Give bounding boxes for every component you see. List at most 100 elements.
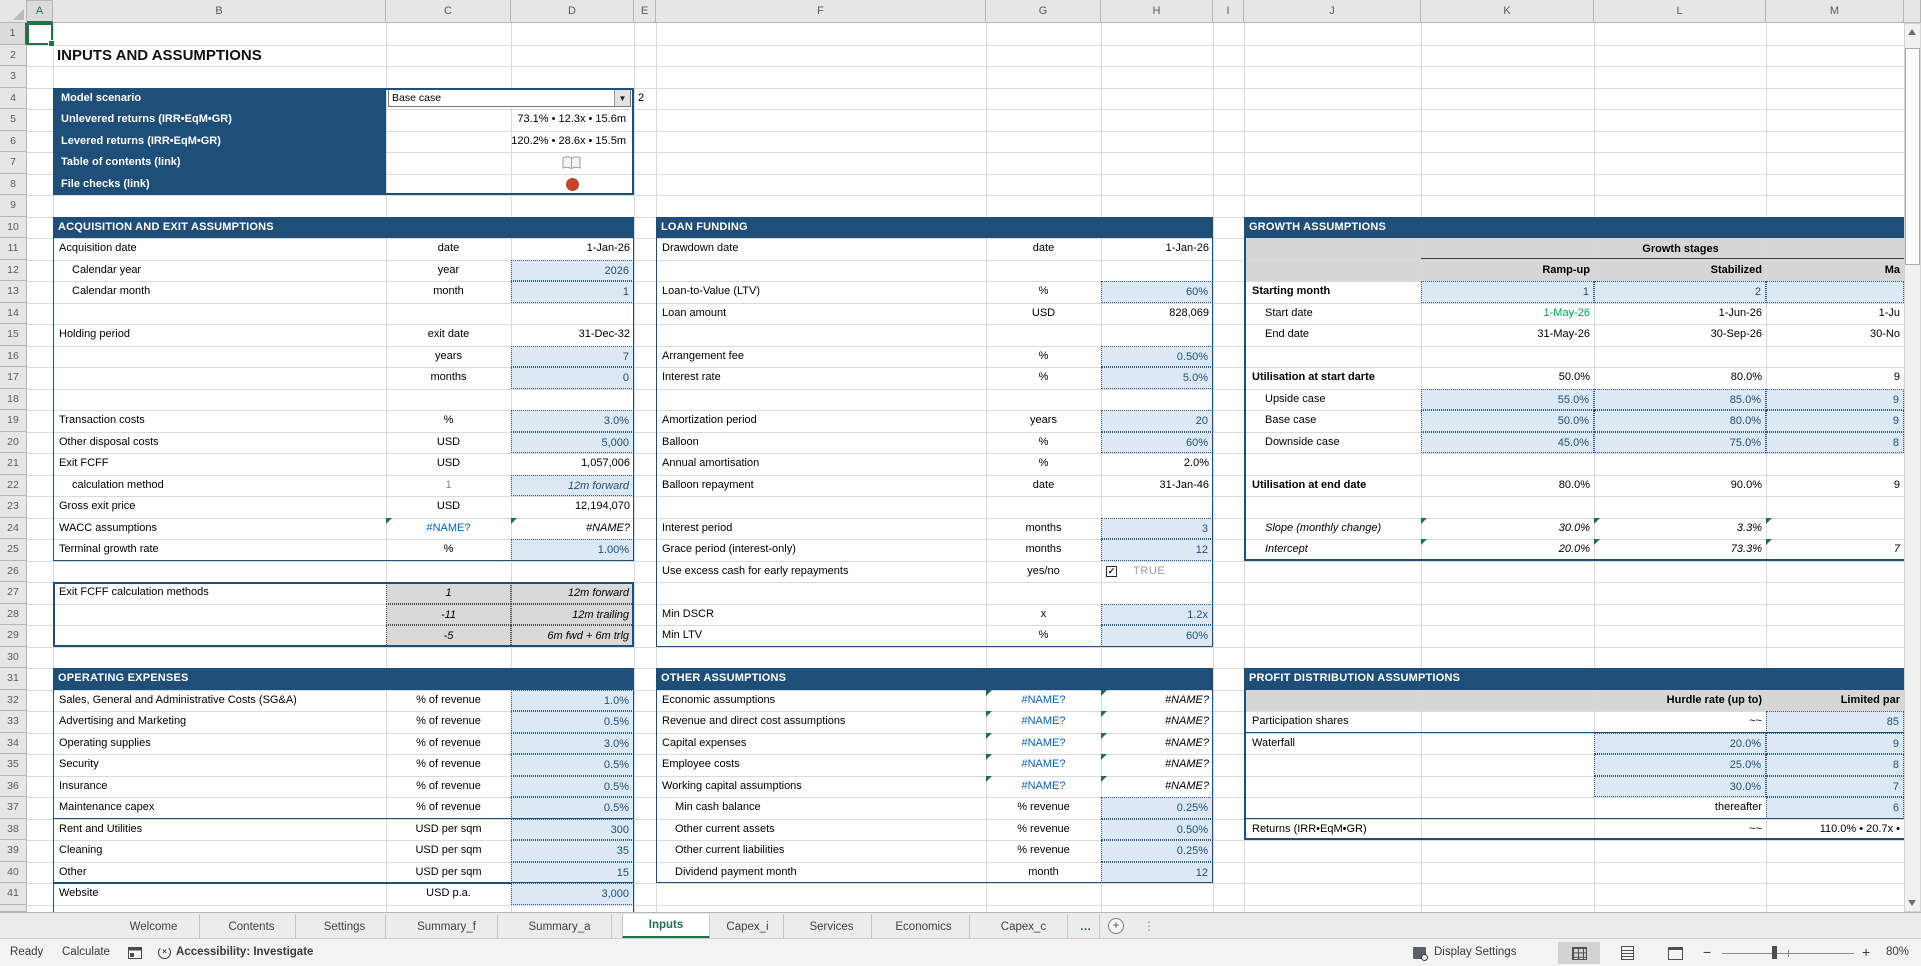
other-row-4-value[interactable]: #NAME? (1101, 776, 1213, 798)
sheet-tab-inputs[interactable]: Inputs (622, 914, 710, 939)
sheet-tab-capex_i[interactable]: Capex_i (712, 914, 784, 939)
acquisition-row-8-value[interactable]: 3.0% (511, 410, 634, 432)
macro-record-icon[interactable] (128, 947, 142, 959)
column-header-K[interactable]: K (1421, 0, 1594, 23)
growth-row-6-value-2[interactable]: 9 (1766, 410, 1904, 432)
acquisition-row-1-value[interactable]: 2026 (511, 260, 634, 282)
growth-row-0-value-1[interactable]: 2 (1594, 281, 1766, 303)
row-header-28[interactable]: 28 (0, 604, 27, 626)
profit-row-3-lp[interactable]: 7 (1766, 776, 1904, 798)
row-header-26[interactable]: 26 (0, 561, 27, 583)
zoom-level-label[interactable]: 80% (1886, 939, 1909, 966)
opex-row-9-value[interactable]: 3,000 (511, 883, 634, 905)
opex-row-5-value[interactable]: 0.5% (511, 797, 634, 819)
row-header-21[interactable]: 21 (0, 453, 27, 475)
sheet-tab-capex_c[interactable]: Capex_c (980, 914, 1068, 939)
row-header-19[interactable]: 19 (0, 410, 27, 432)
row-header-7[interactable]: 7 (0, 152, 27, 174)
loan-row-2-value[interactable]: 60% (1101, 281, 1213, 303)
row-header-41[interactable]: 41 (0, 883, 27, 905)
other-row-7-value[interactable]: 0.25% (1101, 840, 1213, 862)
sheet-tab-contents[interactable]: Contents (208, 914, 296, 939)
profit-row-0-hurdle[interactable]: ~~ (1594, 711, 1766, 733)
growth-row-12-value-1[interactable]: 73.3% (1594, 539, 1766, 561)
opex-row-0-value[interactable]: 1.0% (511, 690, 634, 712)
loan-row-8-value[interactable]: 20 (1101, 410, 1213, 432)
file-checks-indicator-icon[interactable] (566, 178, 579, 191)
scenario-dropdown[interactable]: Base case▼ (388, 89, 631, 107)
sheet-tab-economics[interactable]: Economics (878, 914, 970, 939)
loan-row-17-value[interactable]: 1.2x (1101, 604, 1213, 626)
tab-scroll-splitter[interactable]: ⋮ (1143, 917, 1155, 935)
opex-row-6-value[interactable]: 300 (511, 819, 634, 841)
methods-row-2-num[interactable]: -5 (386, 625, 511, 647)
view-page-layout-button[interactable] (1606, 942, 1648, 964)
vertical-scrollbar-thumb[interactable] (1905, 48, 1920, 265)
column-header-E[interactable]: E (634, 0, 656, 23)
methods-row-0-method[interactable]: 12m forward (511, 582, 634, 604)
column-header-H[interactable]: H (1101, 0, 1213, 23)
sheet-tab-services[interactable]: Services (792, 914, 872, 939)
growth-row-2-value-1[interactable]: 30-Sep-26 (1594, 324, 1766, 346)
growth-row-4-value-2[interactable]: 9 (1766, 367, 1904, 389)
zoom-in-button[interactable]: + (1862, 939, 1870, 966)
row-header-40[interactable]: 40 (0, 862, 27, 884)
row-header-13[interactable]: 13 (0, 281, 27, 303)
profit-row-4-lp[interactable]: 6 (1766, 797, 1904, 819)
growth-row-7-value-2[interactable]: 8 (1766, 432, 1904, 454)
sheet-tab-settings[interactable]: Settings (304, 914, 386, 939)
growth-row-5-value-0[interactable]: 55.0% (1421, 389, 1594, 411)
growth-row-9-value-1[interactable]: 90.0% (1594, 475, 1766, 497)
acquisition-row-5-value[interactable]: 7 (511, 346, 634, 368)
other-row-0-value[interactable]: #NAME? (1101, 690, 1213, 712)
view-page-break-button[interactable] (1654, 942, 1696, 964)
row-header-6[interactable]: 6 (0, 131, 27, 153)
row-header-36[interactable]: 36 (0, 776, 27, 798)
other-row-1-value[interactable]: #NAME? (1101, 711, 1213, 733)
opex-row-3-value[interactable]: 0.5% (511, 754, 634, 776)
toc-book-icon[interactable] (562, 156, 582, 171)
loan-row-11-value[interactable]: 31-Jan-46 (1101, 475, 1213, 497)
profit-row-5-hurdle[interactable]: ~~ (1594, 819, 1766, 841)
growth-row-6-value-1[interactable]: 80.0% (1594, 410, 1766, 432)
methods-row-2-method[interactable]: 6m fwd + 6m trlg (511, 625, 634, 647)
other-row-3-value[interactable]: #NAME? (1101, 754, 1213, 776)
acquisition-row-2-value[interactable]: 1 (511, 281, 634, 303)
row-header-16[interactable]: 16 (0, 346, 27, 368)
loan-row-0-value[interactable]: 1-Jan-26 (1101, 238, 1213, 260)
profit-row-1-hurdle[interactable]: 20.0% (1594, 733, 1766, 755)
loan-row-15-value-cell[interactable]: ✓TRUE (1101, 561, 1213, 583)
acquisition-row-14-value[interactable]: 1.00% (511, 539, 634, 561)
growth-row-4-value-1[interactable]: 80.0% (1594, 367, 1766, 389)
loan-row-5-value[interactable]: 0.50% (1101, 346, 1213, 368)
loan-row-9-value[interactable]: 60% (1101, 432, 1213, 454)
growth-row-1-value-2[interactable]: 1-Ju (1766, 303, 1904, 325)
row-header-30[interactable]: 30 (0, 647, 27, 669)
sheet-tab-welcome[interactable]: Welcome (108, 914, 200, 939)
row-header-1[interactable]: 1 (0, 23, 27, 45)
growth-row-11-value-2[interactable] (1766, 518, 1904, 540)
loan-row-6-value[interactable]: 5.0% (1101, 367, 1213, 389)
acquisition-row-6-value[interactable]: 0 (511, 367, 634, 389)
column-header-I[interactable]: I (1213, 0, 1244, 23)
display-settings-icon[interactable] (1413, 947, 1426, 959)
loan-row-13-value[interactable]: 3 (1101, 518, 1213, 540)
column-header-M[interactable]: M (1766, 0, 1904, 23)
growth-row-2-value-2[interactable]: 30-No (1766, 324, 1904, 346)
opex-row-7-value[interactable]: 35 (511, 840, 634, 862)
scroll-up-icon[interactable] (1908, 29, 1916, 35)
column-header-A[interactable]: A (27, 0, 53, 23)
acquisition-row-10-value[interactable]: 1,057,006 (511, 453, 634, 475)
row-header-27[interactable]: 27 (0, 582, 27, 604)
other-row-2-value[interactable]: #NAME? (1101, 733, 1213, 755)
growth-row-11-value-0[interactable]: 30.0% (1421, 518, 1594, 540)
row-header-32[interactable]: 32 (0, 690, 27, 712)
row-header-15[interactable]: 15 (0, 324, 27, 346)
sheet-tab-summary_f[interactable]: Summary_f (396, 914, 498, 939)
other-row-8-value[interactable]: 12 (1101, 862, 1213, 884)
row-header-33[interactable]: 33 (0, 711, 27, 733)
acquisition-row-11-value[interactable]: 12m forward (511, 475, 634, 497)
row-header-24[interactable]: 24 (0, 518, 27, 540)
growth-row-12-value-0[interactable]: 20.0% (1421, 539, 1594, 561)
row-header-18[interactable]: 18 (0, 389, 27, 411)
